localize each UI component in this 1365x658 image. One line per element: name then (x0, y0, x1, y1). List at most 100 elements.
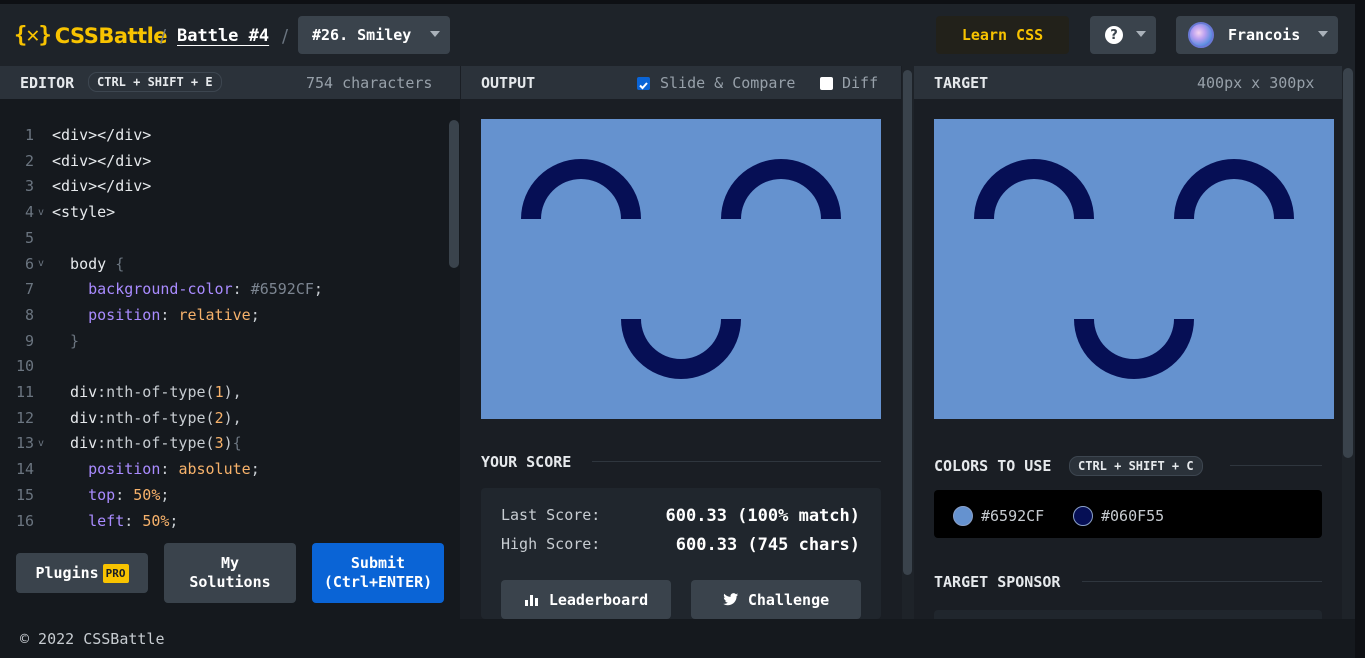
right-eye-shape (1174, 159, 1294, 219)
code-text: background-color: #6592CF; (52, 280, 323, 298)
code-line[interactable]: 14 position: absolute; (0, 456, 440, 482)
avatar (1188, 22, 1214, 48)
editor-title: EDITOR (20, 74, 75, 92)
line-number: 14 (15, 460, 34, 479)
code-line[interactable]: 7 background-color: #6592CF; (0, 276, 440, 302)
code-text: <div></div> (52, 126, 151, 144)
chevron-down-icon (430, 31, 440, 37)
code-token: ; (250, 305, 260, 324)
editor-shortcut-badge: CTRL + SHIFT + E (88, 72, 222, 92)
code-line[interactable]: 13 v div:nth-of-type(3){ (0, 430, 440, 456)
code-token: relative (178, 305, 251, 324)
battle-link[interactable]: Battle #4 (177, 26, 269, 46)
code-text: div:nth-of-type(3){ (52, 434, 242, 452)
cssbattle-logo[interactable]: {✕} CSSBattle (14, 23, 168, 48)
submit-label-line1: Submit (350, 554, 406, 572)
divider (592, 461, 881, 462)
fold-chevron-icon[interactable]: v (34, 207, 52, 218)
check-icon (639, 82, 648, 90)
code-line[interactable]: 10 (0, 353, 440, 379)
code-token: : (115, 485, 134, 504)
plugins-button[interactable]: Plugins PRO (16, 553, 148, 593)
code-line[interactable]: 2 <div></div> (0, 148, 440, 174)
challenge-button[interactable]: Challenge (691, 580, 861, 619)
target-select-dropdown[interactable]: #26. Smiley (298, 16, 450, 54)
code-line[interactable]: 5 (0, 225, 440, 251)
code-text: <div></div> (52, 152, 151, 170)
output-scrollbar[interactable] (903, 70, 912, 575)
editor-scrollbar[interactable] (449, 120, 459, 268)
code-line[interactable]: 4 v <style> (0, 199, 440, 225)
learn-css-button[interactable]: Learn CSS (936, 16, 1069, 54)
fold-chevron-icon[interactable]: v (34, 258, 52, 269)
code-token: 3 (214, 434, 224, 453)
code-token: #6592CF (250, 280, 314, 299)
code-line[interactable]: 1 <div></div> (0, 122, 440, 148)
diff-checkbox[interactable] (820, 77, 833, 90)
left-eye-shape (521, 159, 641, 219)
my-solutions-button[interactable]: My Solutions (164, 543, 296, 603)
output-title: OUTPUT (481, 74, 536, 92)
footer: © 2022 CSSBattle (0, 619, 1365, 658)
slide-compare-checkbox[interactable] (637, 77, 650, 90)
code-token: ), (223, 408, 242, 427)
code-token: { (232, 434, 242, 453)
colors-shortcut-badge: CTRL + SHIFT + C (1069, 456, 1203, 476)
code-line[interactable]: 16 left: 50%; (0, 508, 440, 534)
character-count: 754 characters (306, 74, 433, 92)
user-menu-dropdown[interactable]: Francois (1176, 16, 1338, 54)
code-line[interactable]: 11 div:nth-of-type(1), (0, 379, 440, 405)
code-token: ; (160, 485, 170, 504)
line-number: 5 (24, 228, 34, 247)
mouth-shape (1074, 319, 1194, 379)
code-text: body { (52, 255, 124, 273)
code-token: div (52, 408, 98, 427)
your-score-title: YOUR SCORE (481, 453, 572, 471)
code-line[interactable]: 12 div:nth-of-type(2), (0, 405, 440, 431)
right-eye-shape (721, 159, 841, 219)
code-text: left: 50%; (52, 512, 178, 530)
submit-button[interactable]: Submit (Ctrl+ENTER) (312, 543, 444, 603)
logo-mark-icon: {✕} (14, 23, 52, 48)
line-number: 16 (15, 511, 34, 530)
code-token: :nth-of-type( (97, 383, 215, 401)
divider (1082, 581, 1322, 582)
code-token: : (124, 511, 143, 530)
color-label-2[interactable]: #060F55 (1101, 507, 1164, 525)
code-token: top (52, 485, 116, 504)
code-token: :nth-of-type( (97, 408, 215, 427)
code-token: ) (223, 434, 233, 453)
submit-label-line2: (Ctrl+ENTER) (323, 573, 433, 591)
code-line[interactable]: 8 position: relative; (0, 302, 440, 328)
page-scrollbar[interactable] (1343, 68, 1353, 458)
code-token: 2 (214, 408, 224, 427)
code-token: : (160, 460, 179, 479)
code-line[interactable]: 6v body { (0, 251, 440, 277)
color-swatch-1[interactable] (953, 506, 973, 526)
target-size: 400px x 300px (1197, 74, 1315, 92)
slide-compare-label[interactable]: Slide & Compare (660, 74, 795, 92)
code-token: :nth-of-type( (97, 434, 215, 453)
line-number: 15 (15, 485, 34, 504)
code-line[interactable]: 15 top: 50%; (0, 482, 440, 508)
code-editor[interactable]: 1 <div></div> 2 <div></div> 3 <div></div> 4 v <s… (0, 99, 460, 619)
divider (1230, 465, 1322, 466)
challenge-label: Challenge (747, 590, 830, 609)
diff-label[interactable]: Diff (842, 74, 878, 92)
user-name: Francois (1228, 26, 1301, 44)
line-number: 8 (24, 305, 34, 324)
fold-chevron-icon[interactable]: v (34, 438, 52, 449)
line-number: 6 (24, 254, 34, 273)
code-line[interactable]: 3 <div></div> (0, 173, 440, 199)
leaderboard-button[interactable]: Leaderboard (501, 580, 671, 619)
code-line[interactable]: 9 } (0, 328, 440, 354)
breadcrumb-separator: / (160, 26, 167, 47)
bar-chart-icon (524, 594, 538, 606)
code-token: position (52, 305, 161, 324)
code-token: ; (250, 460, 260, 479)
output-canvas[interactable] (481, 119, 881, 419)
color-label-1[interactable]: #6592CF (981, 507, 1044, 525)
help-dropdown[interactable]: ? (1090, 16, 1156, 54)
code-token: <style> (52, 203, 116, 222)
color-swatch-2[interactable] (1073, 506, 1093, 526)
